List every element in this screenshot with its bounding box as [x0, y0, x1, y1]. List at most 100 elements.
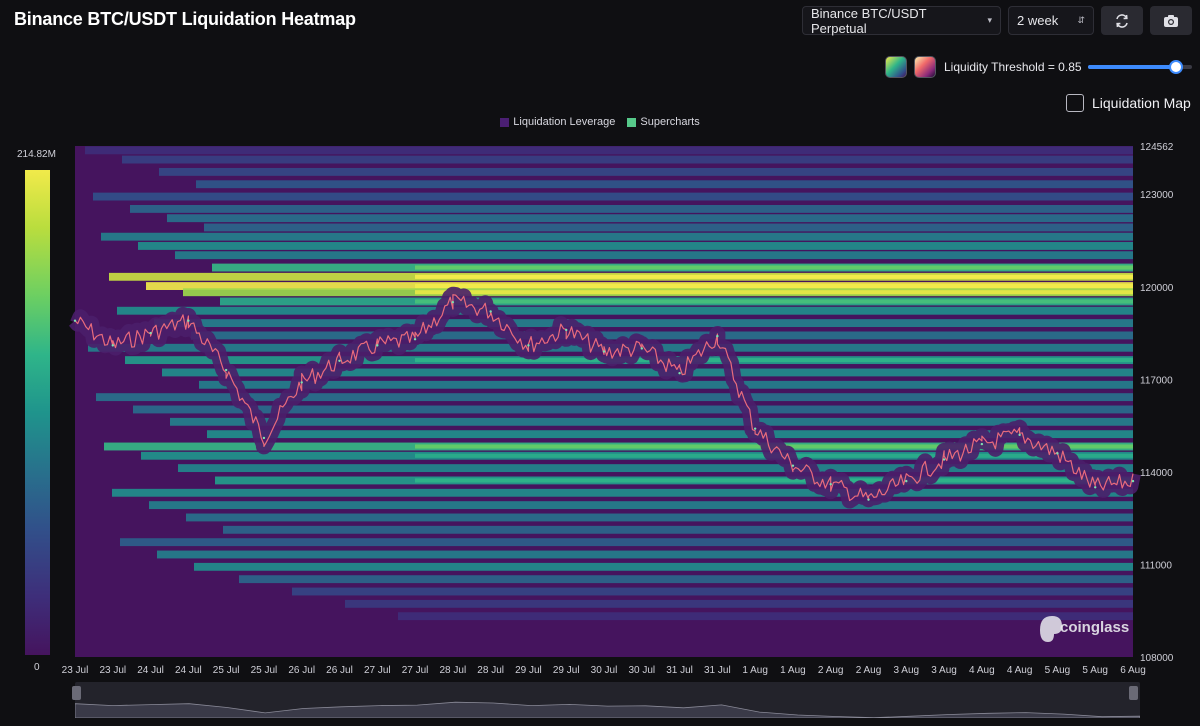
x-tick-label: 5 Aug	[1082, 665, 1108, 676]
x-tick-label: 2 Aug	[818, 665, 844, 676]
x-tick-label: 4 Aug	[969, 665, 995, 676]
liquidity-band	[191, 331, 1133, 340]
liquidity-band	[194, 562, 1133, 571]
price-point	[149, 331, 152, 335]
liquidity-band	[186, 513, 1133, 522]
liquidity-band	[345, 599, 1133, 608]
liquidity-band-core	[415, 283, 1133, 289]
x-tick-label: 3 Aug	[931, 665, 957, 676]
liquidity-band	[178, 464, 1133, 473]
x-tick-label: 25 Jul	[251, 665, 278, 676]
liquidity-band	[117, 306, 1133, 315]
y-tick-label: 114000	[1140, 468, 1173, 479]
x-tick-label: 1 Aug	[742, 665, 768, 676]
price-point	[1056, 452, 1059, 455]
price-point	[1131, 479, 1135, 483]
x-tick-label: 28 Jul	[477, 665, 504, 676]
navigator-area	[74, 701, 1141, 719]
price-point	[111, 344, 114, 347]
liquidity-band	[130, 204, 1133, 213]
x-tick-label: 3 Aug	[893, 665, 919, 676]
price-point	[451, 300, 455, 304]
liquidity-band	[199, 380, 1133, 389]
price-point	[867, 498, 870, 501]
liquidity-band	[85, 146, 1133, 155]
x-tick-label: 25 Jul	[213, 665, 240, 676]
x-tick-label: 29 Jul	[515, 665, 542, 676]
y-tick-label: 120000	[1140, 283, 1174, 294]
y-tick-label: 124562	[1140, 142, 1174, 153]
price-point	[489, 310, 492, 313]
price-point	[905, 479, 908, 483]
price-point	[300, 381, 303, 384]
x-tick-label: 28 Jul	[440, 665, 467, 676]
price-point	[980, 442, 984, 446]
liquidity-band	[196, 180, 1133, 189]
liquidity-band-core	[415, 290, 1133, 295]
x-tick-label: 27 Jul	[364, 665, 391, 676]
price-point	[338, 359, 341, 363]
liquidity-band-core	[415, 274, 1133, 279]
price-point	[262, 436, 266, 440]
range-navigator[interactable]	[74, 682, 1141, 719]
liquidity-band	[175, 251, 1133, 260]
x-tick-label: 31 Jul	[704, 665, 731, 676]
liquidity-band	[122, 155, 1133, 164]
liquidity-band-core	[415, 265, 1133, 270]
liquidity-band-core	[415, 299, 1133, 304]
x-tick-label: 26 Jul	[288, 665, 315, 676]
x-tick-label: 23 Jul	[62, 665, 89, 676]
liquidity-band	[159, 167, 1133, 176]
x-tick-label: 26 Jul	[326, 665, 353, 676]
x-tick-label: 27 Jul	[402, 665, 429, 676]
liquidity-band	[239, 575, 1133, 584]
liquidity-band	[223, 525, 1133, 534]
price-point	[187, 319, 190, 322]
price-point	[73, 319, 77, 322]
navigator-left-handle[interactable]	[72, 686, 81, 700]
price-point	[829, 483, 832, 486]
liquidity-band	[112, 488, 1133, 497]
x-tick-label: 30 Jul	[591, 665, 618, 676]
price-point	[527, 344, 530, 347]
navigator-sparkline	[74, 701, 1141, 719]
watermark-text: coinglass	[1060, 619, 1129, 636]
liquidity-band	[93, 192, 1133, 201]
x-tick-label: 31 Jul	[666, 665, 693, 676]
price-point	[565, 328, 568, 332]
x-tick-label: 6 Aug	[1120, 665, 1146, 676]
liquidity-band-core	[415, 478, 1133, 483]
liquidity-band	[154, 319, 1133, 328]
price-point	[640, 347, 643, 350]
price-point	[942, 458, 946, 461]
x-tick-label: 23 Jul	[99, 665, 126, 676]
x-tick-label: 5 Aug	[1045, 665, 1071, 676]
liquidity-band-core	[415, 358, 1133, 363]
price-point	[1094, 486, 1097, 489]
navigator-right-handle[interactable]	[1129, 686, 1138, 700]
price-point	[753, 427, 757, 430]
price-point	[1018, 433, 1021, 437]
x-tick-label: 4 Aug	[1007, 665, 1033, 676]
price-point	[224, 368, 228, 372]
liquidity-band	[292, 587, 1133, 596]
liquidity-band	[101, 232, 1133, 241]
x-tick-label: 30 Jul	[628, 665, 655, 676]
price-point	[716, 334, 719, 338]
liquidity-band	[157, 550, 1133, 559]
liquidity-band	[149, 501, 1133, 510]
heatmap-chart[interactable]: 124562 123000 120000 117000 114000 111000 1080…	[0, 0, 1200, 726]
y-tick-label: 108000	[1140, 653, 1174, 664]
liquidity-band	[170, 417, 1133, 426]
x-tick-label: 24 Jul	[175, 665, 202, 676]
x-tick-label: 1 Aug	[780, 665, 806, 676]
y-tick-label: 117000	[1140, 375, 1173, 386]
liquidity-band	[204, 223, 1133, 232]
price-point	[678, 371, 681, 375]
price-point	[602, 350, 606, 353]
x-tick-label: 24 Jul	[137, 665, 164, 676]
liquidity-band	[138, 242, 1133, 250]
x-tick-label: 2 Aug	[856, 665, 882, 676]
price-point	[413, 338, 417, 341]
liquidity-band	[120, 538, 1133, 547]
